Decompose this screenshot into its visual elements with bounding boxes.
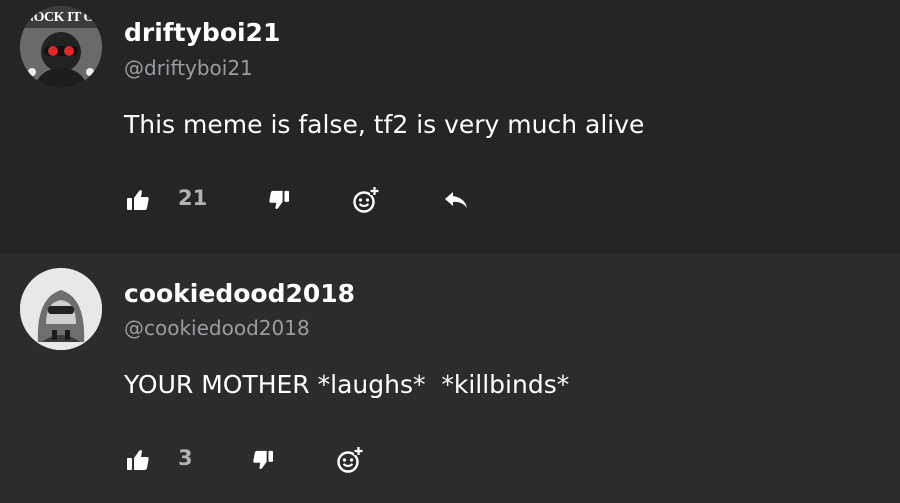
dislike-button[interactable] xyxy=(250,440,276,480)
add-reaction-icon xyxy=(337,446,363,473)
user-handle[interactable]: @driftyboi21 xyxy=(124,56,253,80)
comment-text: This meme is false, tf2 is very much ali… xyxy=(124,110,645,139)
avatar-banner-text: NOCK IT O xyxy=(24,10,94,25)
like-count: 3 xyxy=(178,446,193,470)
comment-item: NOCK IT O driftyboi21 @driftyboi21 This … xyxy=(0,0,900,253)
comment-text: YOUR MOTHER *laughs* *killbinds* xyxy=(124,370,570,399)
avatar[interactable]: NOCK IT O xyxy=(20,6,102,88)
like-button[interactable] xyxy=(124,440,152,480)
thumbs-up-icon xyxy=(127,190,149,210)
reply-button[interactable] xyxy=(442,180,470,220)
dislike-button[interactable] xyxy=(266,180,292,220)
add-reaction-button[interactable] xyxy=(336,440,364,480)
like-count: 21 xyxy=(178,186,208,210)
username[interactable]: driftyboi21 xyxy=(124,18,280,47)
like-button[interactable] xyxy=(124,180,152,220)
comment-item: cookiedood2018 @cookiedood2018 YOUR MOTH… xyxy=(0,253,900,503)
thumbs-down-icon xyxy=(269,190,289,210)
add-reaction-button[interactable] xyxy=(352,180,380,220)
thumbs-down-icon xyxy=(253,450,273,470)
avatar-image xyxy=(20,268,102,350)
avatar[interactable] xyxy=(20,268,102,350)
add-reaction-icon xyxy=(353,186,379,213)
comment-actions: 21 xyxy=(0,180,900,220)
comment-actions: 3 xyxy=(0,440,900,480)
thumbs-up-icon xyxy=(127,450,149,470)
username[interactable]: cookiedood2018 xyxy=(124,279,355,308)
reply-icon xyxy=(445,192,467,208)
user-handle[interactable]: @cookiedood2018 xyxy=(124,316,310,340)
